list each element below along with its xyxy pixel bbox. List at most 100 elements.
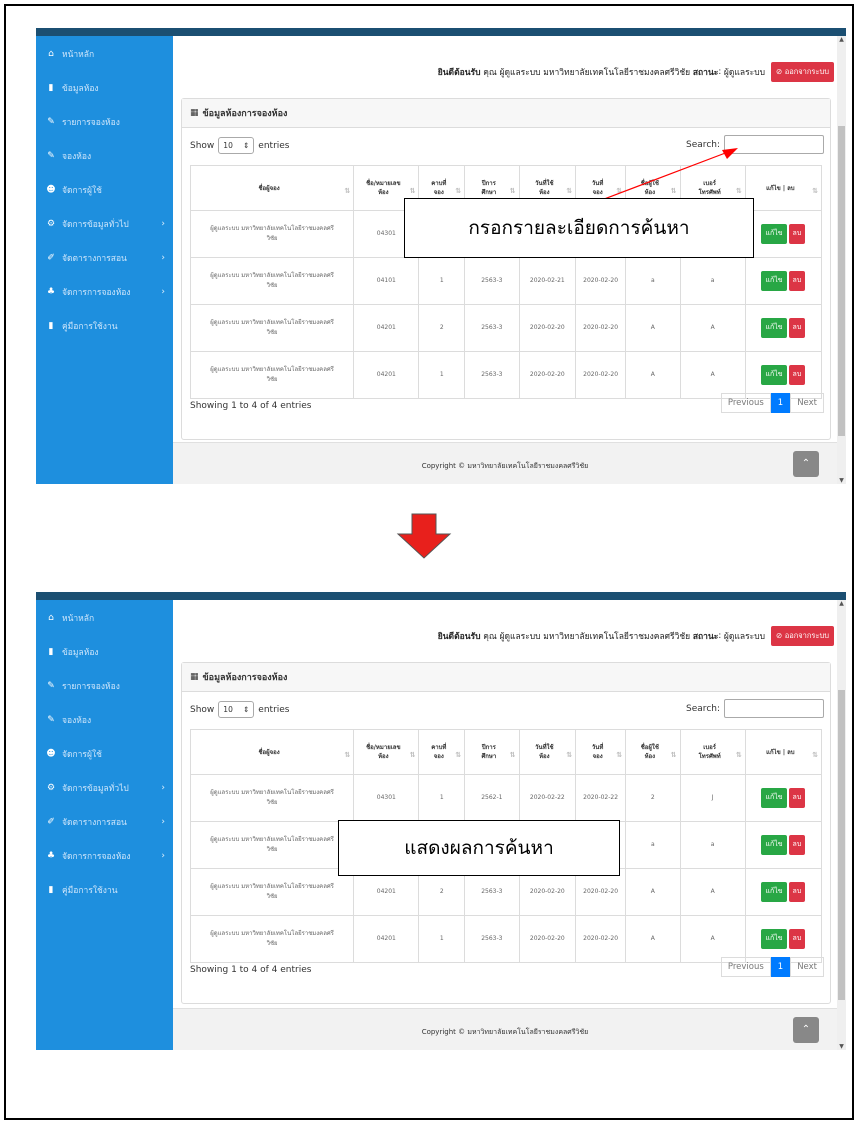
sidebar-item[interactable]: ⚙ จัดการข้อมูลทั่วไป › <box>36 778 173 798</box>
panel-header: ▦ ข้อมูลห้องการจองห้อง <box>182 663 830 692</box>
column-header[interactable]: คาบที่ จอง ⇅ <box>418 729 466 775</box>
booker-name-cell: ผู้ดูแลระบบ มหาวิทยาลัยเทคโนโลยีราชมงคลศ… <box>189 821 355 869</box>
booker-name-line1: ผู้ดูแลระบบ มหาวิทยาลัยเทคโนโลยีราชมงคลศ… <box>210 883 334 891</box>
scroll-up-arrow-icon[interactable]: ▲ <box>837 600 846 607</box>
entries-label: entries <box>258 704 290 715</box>
booker-name-line1: ผู้ดูแลระบบ มหาวิทยาลัยเทคโนโลยีราชมงคลศ… <box>210 789 334 797</box>
search-input[interactable] <box>724 699 824 718</box>
column-header-line2: ศึกษา <box>481 753 497 760</box>
edit-button[interactable]: แก้ไข <box>761 929 787 949</box>
top-bar <box>36 592 846 600</box>
chevron-right-icon: › <box>161 783 165 793</box>
cell-book-date: 2020-02-22 <box>575 774 627 822</box>
edit-button[interactable]: แก้ไข <box>761 788 787 808</box>
chevron-right-icon: › <box>161 817 165 827</box>
column-header[interactable]: วันที่ใช้ห้อง ⇅ <box>518 729 577 775</box>
next-button[interactable]: Next <box>790 957 824 977</box>
column-header-line1: คาบที่ <box>431 744 447 751</box>
sidebar-item[interactable]: ✐ จัดตารางการสอน › <box>36 812 173 832</box>
column-header[interactable]: ชื่อ/หมายเลข ห้อง ⇅ <box>353 729 420 775</box>
status-label: สถานะ <box>692 632 719 642</box>
sort-updown-icon: ⇕ <box>243 705 250 714</box>
sort-arrows-icon: ⇅ <box>344 750 351 759</box>
actions-cell: แก้ไข ลบ <box>744 774 823 822</box>
sidebar-item-label: ข้อมูลห้อง <box>62 648 99 658</box>
ban-icon: ⊘ <box>776 631 783 640</box>
pagination: Previous 1 Next <box>720 957 824 977</box>
previous-button[interactable]: Previous <box>720 957 771 977</box>
booker-name-line2: วิชัย <box>266 940 278 947</box>
scroll-down-arrow-icon[interactable]: ▼ <box>837 1043 846 1050</box>
user-name: คุณ ผู้ดูแลระบบ มหาวิทยาลัยเทคโนโลยีราชม… <box>483 632 691 642</box>
logout-button[interactable]: ⊘ ออกจากระบบ <box>771 626 834 646</box>
cell-year: 2563-3 <box>464 915 520 963</box>
delete-button[interactable]: ลบ <box>788 835 806 855</box>
sidebar-item[interactable]: ♣ จัดการการจองห้อง › <box>36 846 173 866</box>
sort-arrows-icon: ⇅ <box>509 750 516 759</box>
callout-search-instruction: กรอกรายละเอียดการค้นหา <box>404 198 754 258</box>
cell-use-date: 2020-02-22 <box>518 774 577 822</box>
sidebar-item-label: หน้าหลัก <box>62 614 95 624</box>
booker-name-line2: วิชัย <box>266 799 278 806</box>
column-header[interactable]: ชื่อผู้จอง ⇅ <box>189 729 355 775</box>
delete-button[interactable]: ลบ <box>788 882 806 902</box>
booker-name-line2: วิชัย <box>266 846 278 853</box>
cell-phone: a <box>679 821 746 869</box>
welcome-label: ยินดีต้อนรับ <box>437 632 481 642</box>
column-header[interactable]: เบอร์ โทรศัพท์ ⇅ <box>679 729 746 775</box>
sort-arrows-icon: ⇅ <box>566 750 573 759</box>
entries-select[interactable]: 10 ⇕ <box>218 701 255 718</box>
column-header-line2: โทรศัพท์ <box>698 753 721 760</box>
sidebar-item-label: รายการจองห้อง <box>62 682 120 692</box>
column-header[interactable]: ชื่อผู้ใช้ ห้อง ⇅ <box>625 729 681 775</box>
sidebar-item[interactable]: ✎ รายการจองห้อง <box>36 676 173 696</box>
page-1-button[interactable]: 1 <box>770 957 791 977</box>
column-header[interactable]: วันที่ จอง ⇅ <box>575 729 627 775</box>
sidebar-item-label: จัดการข้อมูลทั่วไป <box>62 784 129 794</box>
cell-period: 1 <box>418 915 466 963</box>
actions-cell: แก้ไข ลบ <box>744 821 823 869</box>
cell-room: 04201 <box>353 915 420 963</box>
sidebar-item-label: จัดการผู้ใช้ <box>62 750 102 760</box>
scrollbar[interactable]: ▲ ▼ <box>837 600 846 1050</box>
table-icon: ▦ <box>190 672 199 682</box>
sitemap-icon: ♣ <box>46 851 56 861</box>
column-header-line2: ห้อง <box>644 753 656 760</box>
panel-title: ข้อมูลห้องการจองห้อง <box>202 673 288 683</box>
edit-button[interactable]: แก้ไข <box>761 882 787 902</box>
sort-arrows-icon: ⇅ <box>409 750 416 759</box>
sidebar-item[interactable]: ▮ คู่มือการใช้งาน <box>36 880 173 900</box>
table-header-row: ชื่อผู้จอง ⇅ ชื่อ/หมายเลข ห้อง ⇅ คาบที่ จอง ⇅ ปี… <box>189 729 823 775</box>
sidebar-item[interactable]: ☻ จัดการผู้ใช้ <box>36 744 173 764</box>
sort-arrows-icon: ⇅ <box>616 750 623 759</box>
column-header-line1: วันที่ใช้ <box>535 744 554 751</box>
pencil-icon: ✎ <box>47 715 55 725</box>
show-label: Show <box>190 704 215 715</box>
booker-name-cell: ผู้ดูแลระบบ มหาวิทยาลัยเทคโนโลยีราชมงคลศ… <box>189 868 355 916</box>
sidebar-item[interactable]: ✎ จองห้อง <box>36 710 173 730</box>
entries-length-control: Show 10 ⇕ entries <box>190 701 290 718</box>
table-row: ผู้ดูแลระบบ มหาวิทยาลัยเทคโนโลยีราชมงคลศ… <box>189 915 823 963</box>
column-header-line1: แก้ไข | ลบ <box>766 748 795 756</box>
sidebar-item[interactable]: ▮ ข้อมูลห้อง <box>36 642 173 662</box>
delete-button[interactable]: ลบ <box>788 929 806 949</box>
column-header[interactable]: ปีการ ศึกษา ⇅ <box>464 729 520 775</box>
book-icon: ▮ <box>48 647 54 657</box>
table-row: ผู้ดูแลระบบ มหาวิทยาลัยเทคโนโลยีราชมงคลศ… <box>189 774 823 822</box>
column-header-line2: ห้อง <box>539 753 550 760</box>
sidebar: ⌂ หน้าหลัก ▮ ข้อมูลห้อง ✎ รายการจองห้อง ✎ จองห้… <box>36 600 173 1050</box>
user-icon: ☻ <box>46 749 56 759</box>
welcome-bar: ยินดีต้อนรับ คุณ ผู้ดูแลระบบ มหาวิทยาลัย… <box>438 626 834 646</box>
cell-user: a <box>625 821 681 869</box>
actions-cell: แก้ไข ลบ <box>744 915 823 963</box>
pencil-icon: ✎ <box>47 681 55 691</box>
column-header[interactable]: แก้ไข | ลบ ⇅ <box>744 729 823 775</box>
cell-period: 1 <box>418 774 466 822</box>
cogs-icon: ⚙ <box>46 783 56 793</box>
scrollbar-thumb[interactable] <box>838 690 845 1000</box>
edit-button[interactable]: แก้ไข <box>761 835 787 855</box>
sort-arrows-icon: ⇅ <box>670 750 677 759</box>
back-to-top-button[interactable]: ⌃ <box>793 1017 819 1043</box>
delete-button[interactable]: ลบ <box>788 788 806 808</box>
sidebar-item[interactable]: ⌂ หน้าหลัก <box>36 608 173 628</box>
